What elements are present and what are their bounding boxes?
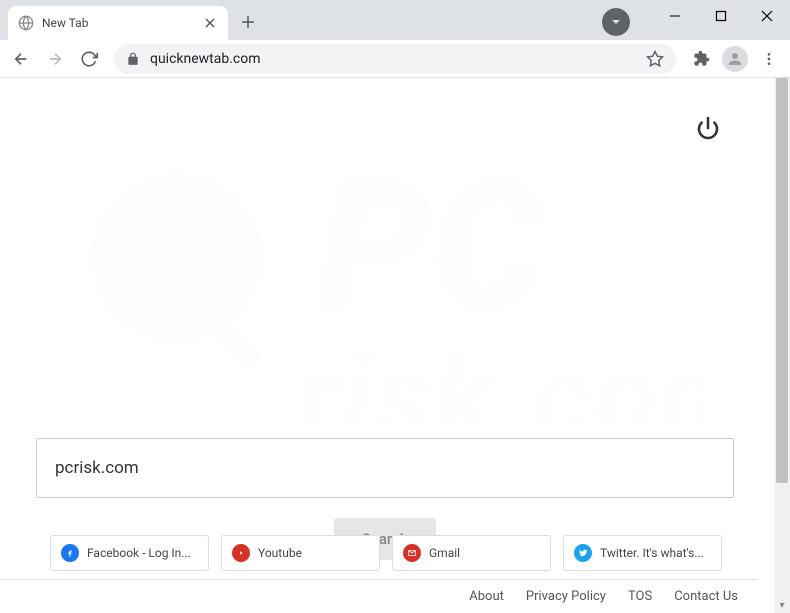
footer-contact[interactable]: Contact Us [674, 589, 738, 604]
quicklink-gmail[interactable]: Gmail [392, 535, 551, 571]
quicklink-label: Youtube [258, 546, 302, 560]
tab-close-button[interactable] [202, 15, 218, 31]
tab-title: New Tab [42, 16, 194, 30]
lock-icon [126, 52, 140, 66]
svg-text:risk.com: risk.com [296, 328, 707, 428]
search-input[interactable] [36, 438, 734, 498]
scrollbar-thumb[interactable] [776, 78, 788, 483]
scroll-down-arrow[interactable]: ▾ [774, 597, 790, 613]
youtube-icon [232, 544, 250, 562]
quick-links: Facebook - Log In... Youtube Gmail Twitt… [50, 535, 722, 571]
twitter-icon [574, 544, 592, 562]
close-window-button[interactable] [744, 0, 790, 32]
quicklink-youtube[interactable]: Youtube [221, 535, 380, 571]
svg-text:PC: PC [317, 141, 548, 352]
forward-button[interactable] [40, 44, 70, 74]
footer-privacy[interactable]: Privacy Policy [526, 589, 606, 604]
avatar-icon [722, 46, 748, 72]
new-tab-button[interactable] [234, 8, 262, 36]
profile-button[interactable] [720, 44, 750, 74]
window-controls [652, 0, 790, 32]
tab-dropdown-button[interactable] [602, 8, 630, 36]
page-footer: About Privacy Policy TOS Contact Us [0, 579, 758, 613]
browser-tab[interactable]: New Tab [8, 6, 228, 40]
gmail-icon [403, 544, 421, 562]
footer-about[interactable]: About [469, 589, 504, 604]
menu-button[interactable] [754, 44, 784, 74]
back-button[interactable] [6, 44, 36, 74]
page-content: PC risk.com Search Facebook - Log In... … [0, 78, 774, 613]
bookmark-star-icon[interactable] [646, 50, 664, 68]
browser-toolbar: quicknewtab.com [0, 40, 790, 78]
tab-search-container [602, 8, 630, 36]
url-text: quicknewtab.com [150, 51, 636, 67]
quicklink-label: Gmail [429, 546, 460, 560]
footer-tos[interactable]: TOS [628, 589, 652, 604]
minimize-button[interactable] [652, 0, 698, 32]
power-icon[interactable] [696, 116, 720, 140]
facebook-icon [61, 544, 79, 562]
quicklink-label: Twitter. It's what's... [600, 546, 704, 560]
reload-button[interactable] [74, 44, 104, 74]
quicklink-twitter[interactable]: Twitter. It's what's... [563, 535, 722, 571]
maximize-button[interactable] [698, 0, 744, 32]
vertical-scrollbar[interactable]: ▾ [774, 78, 790, 613]
watermark-icon: PC risk.com [67, 128, 707, 428]
address-bar[interactable]: quicknewtab.com [114, 44, 676, 74]
quicklink-facebook[interactable]: Facebook - Log In... [50, 535, 209, 571]
extensions-button[interactable] [686, 44, 716, 74]
globe-icon [18, 15, 34, 31]
content-wrapper: PC risk.com Search Facebook - Log In... … [0, 78, 790, 613]
quicklink-label: Facebook - Log In... [87, 546, 191, 560]
